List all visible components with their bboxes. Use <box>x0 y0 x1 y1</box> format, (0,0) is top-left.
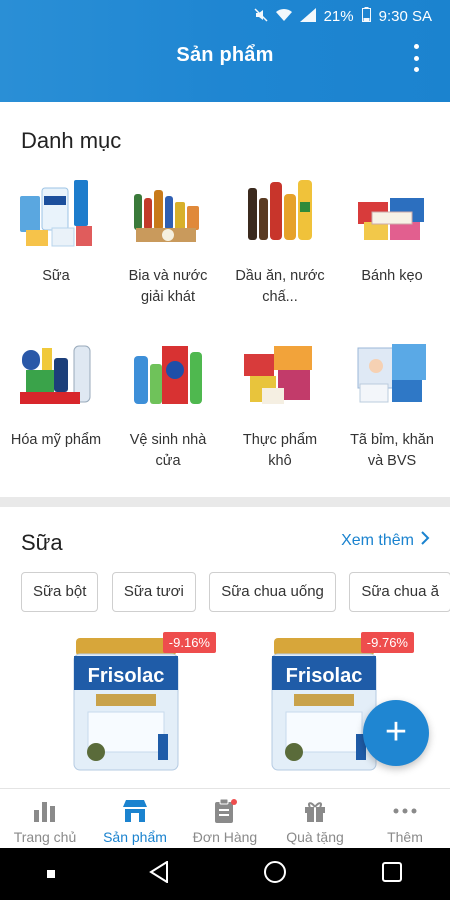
nav-label: Đơn Hàng <box>192 829 258 845</box>
category-label: Tã bỉm, khăn và BVS <box>350 432 434 469</box>
clipboard-icon <box>210 797 240 825</box>
subcategory-chips: Sữa bột Sữa tươi Sữa chua uống Sữa chua … <box>21 572 450 612</box>
chip-fresh-milk[interactable]: Sữa tươi <box>111 572 196 612</box>
chip-drinking-yogurt[interactable]: Sữa chua uống <box>209 572 336 612</box>
system-navigation-bar <box>0 848 450 900</box>
categories-title: Danh mục <box>21 128 122 153</box>
nav-gifts[interactable]: Quà tặng <box>270 789 360 848</box>
category-item-cooking-oil[interactable]: Dầu ăn, nước chấ... <box>224 172 336 308</box>
more-dots-icon <box>390 797 420 825</box>
diapers-image <box>352 336 432 416</box>
battery-icon <box>361 7 371 25</box>
signal-icon <box>299 7 316 25</box>
battery-percent: 21% <box>323 7 354 25</box>
snacks-image <box>352 172 432 252</box>
cleaning-products-image <box>128 336 208 416</box>
overview-icon[interactable] <box>381 861 403 888</box>
clock: 9:30 SA <box>378 7 432 25</box>
category-label: Vệ sinh nhà cửa <box>129 432 207 469</box>
nav-label: Quà tặng <box>286 829 344 845</box>
category-label: Bánh kẹo <box>361 268 423 284</box>
product-card[interactable]: Frisolac -9.16% <box>52 630 222 780</box>
status-bar: 21% 9:30 SA <box>0 0 450 32</box>
product-image: Frisolac <box>271 638 377 771</box>
category-item-beverages[interactable]: Bia và nước giải khát <box>112 172 224 308</box>
category-item-milk[interactable]: Sữa <box>0 172 112 287</box>
gift-icon <box>300 797 330 825</box>
dry-food-image <box>240 336 320 416</box>
see-more-label: Xem thêm <box>341 531 414 549</box>
category-item-diapers[interactable]: Tã bỉm, khăn và BVS <box>336 336 448 472</box>
nav-label: Thêm <box>387 829 423 845</box>
category-label: Bia và nước giải khát <box>128 268 208 305</box>
mute-icon <box>254 7 268 25</box>
category-label: Dầu ăn, nước chấ... <box>235 268 325 305</box>
plus-icon: + <box>384 711 408 753</box>
category-item-cleaning[interactable]: Vệ sinh nhà cửa <box>112 336 224 472</box>
category-label: Thực phẩm khô <box>242 432 318 469</box>
cosmetics-image <box>16 336 96 416</box>
store-icon <box>120 797 150 825</box>
milk-section-title: Sữa <box>21 530 63 555</box>
nav-label: Sản phẩm <box>103 829 167 845</box>
nav-orders[interactable]: Đơn Hàng <box>180 789 270 848</box>
chip-yogurt[interactable]: Sữa chua ă <box>349 572 450 612</box>
chevron-right-icon <box>420 531 430 550</box>
home-icon[interactable] <box>263 860 287 889</box>
nav-more[interactable]: Thêm <box>360 789 450 848</box>
milk-products-image <box>16 172 96 252</box>
recents-dot-icon[interactable] <box>47 865 55 883</box>
section-divider <box>0 497 450 507</box>
chip-powdered-milk[interactable]: Sữa bột <box>21 572 99 612</box>
page-title: Sản phẩm <box>176 44 274 66</box>
category-item-cosmetics[interactable]: Hóa mỹ phẩm <box>0 336 112 451</box>
nav-products[interactable]: Sản phẩm <box>90 789 180 848</box>
wifi-icon <box>275 8 292 25</box>
discount-badge: -9.76% <box>360 632 414 653</box>
more-options-icon[interactable] <box>410 44 422 72</box>
nav-home[interactable]: Trang chủ <box>0 789 90 848</box>
nav-label: Trang chủ <box>13 829 77 845</box>
cooking-oil-image <box>240 172 320 252</box>
product-brand: Frisolac <box>88 665 165 687</box>
bottom-navigation: Trang chủ Sản phẩm Đơn Hàng Quà tặng Thê… <box>0 788 450 848</box>
app-header: 21% 9:30 SA Sản phẩm <box>0 0 450 102</box>
beverages-image <box>128 172 208 252</box>
add-fab-button[interactable]: + <box>363 700 429 766</box>
category-label: Sữa <box>42 268 70 284</box>
category-item-snacks[interactable]: Bánh kẹo <box>336 172 448 287</box>
product-brand: Frisolac <box>286 665 363 687</box>
category-item-dry-food[interactable]: Thực phẩm khô <box>224 336 336 472</box>
category-label: Hóa mỹ phẩm <box>10 432 102 448</box>
see-more-link[interactable]: Xem thêm <box>341 531 430 550</box>
discount-badge: -9.16% <box>162 632 216 653</box>
back-icon[interactable] <box>149 859 169 888</box>
product-image: Frisolac <box>73 638 179 771</box>
bar-chart-icon <box>30 797 60 825</box>
